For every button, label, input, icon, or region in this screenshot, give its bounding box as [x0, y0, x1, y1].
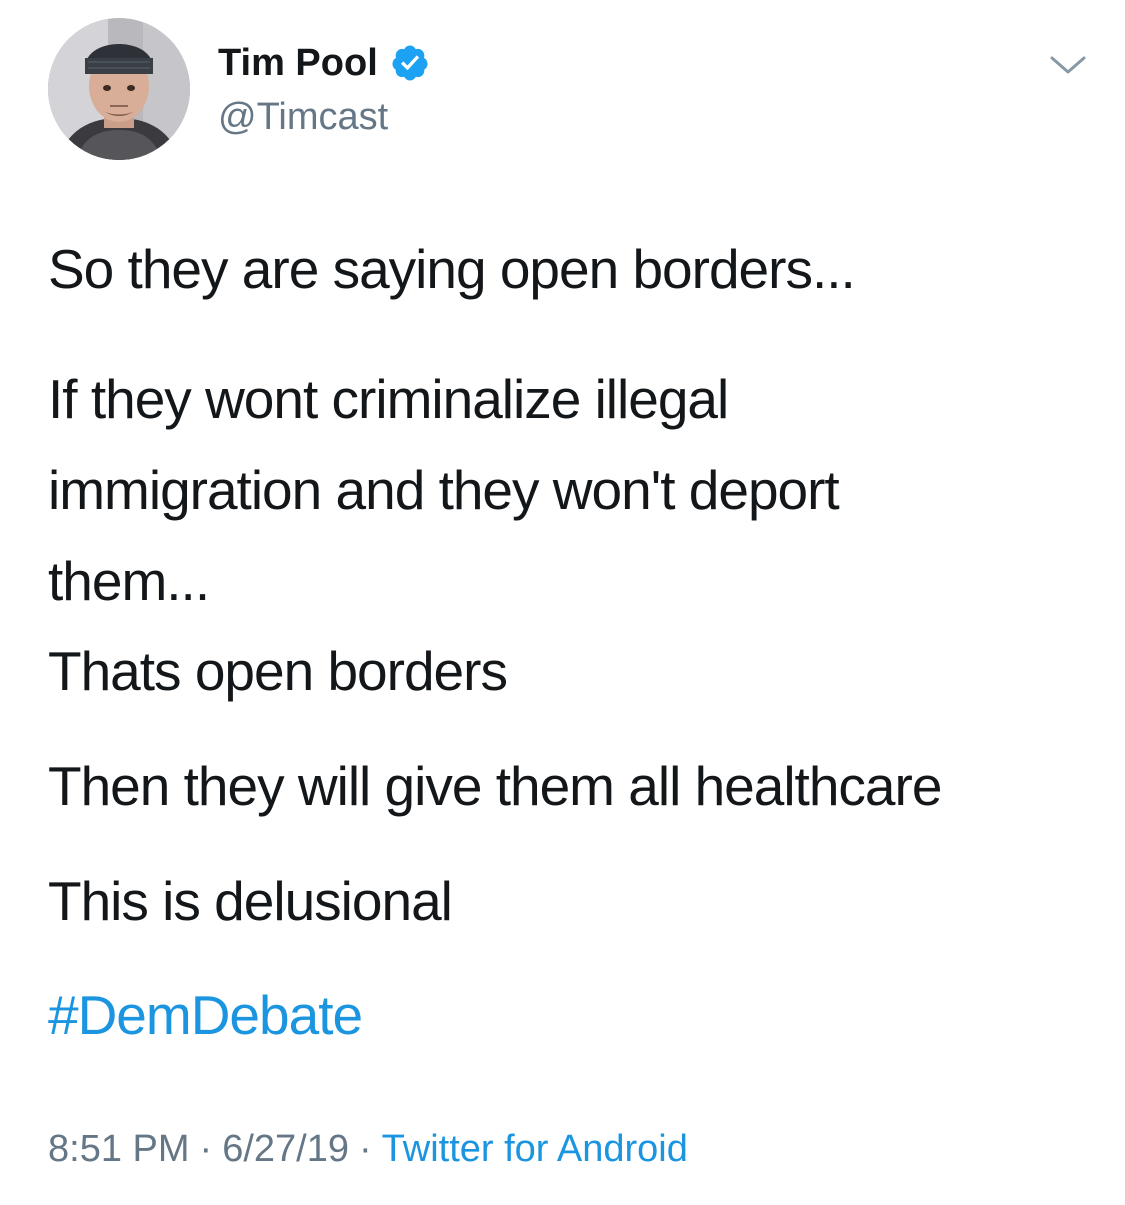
- tweet-metadata: 8:51 PM · 6/27/19 · Twitter for Android: [48, 1128, 688, 1171]
- author-info: Tim Pool @Timcast: [218, 40, 430, 139]
- meta-separator: ·: [358, 1128, 372, 1170]
- author-handle[interactable]: @Timcast: [218, 96, 430, 139]
- tweet-time: 8:51 PM: [48, 1128, 190, 1170]
- tweet-paragraph: If they wont criminalize illegal immigra…: [48, 368, 840, 612]
- tweet-date: 6/27/19: [222, 1128, 349, 1170]
- verified-badge-icon: [390, 43, 430, 83]
- chevron-down-icon[interactable]: [1048, 50, 1088, 80]
- tweet-source-link[interactable]: Twitter for Android: [382, 1128, 688, 1170]
- tweet-paragraph: So they are saying open borders...: [48, 238, 856, 300]
- tweet-header: Tim Pool @Timcast: [48, 18, 1088, 160]
- tweet-paragraph: Then they will give them all healthcare: [48, 755, 942, 817]
- tweet-card: Tim Pool @Timcast So they are saying ope…: [0, 0, 1125, 1205]
- tweet-paragraph: This is delusional: [48, 870, 453, 932]
- tweet-paragraph: Thats open borders: [48, 640, 508, 702]
- avatar-photo: [48, 18, 190, 160]
- display-name-row: Tim Pool: [218, 40, 430, 86]
- meta-separator: ·: [199, 1128, 213, 1170]
- avatar[interactable]: [48, 18, 190, 160]
- display-name[interactable]: Tim Pool: [218, 42, 378, 85]
- hashtag-link[interactable]: #DemDebate: [48, 988, 363, 1043]
